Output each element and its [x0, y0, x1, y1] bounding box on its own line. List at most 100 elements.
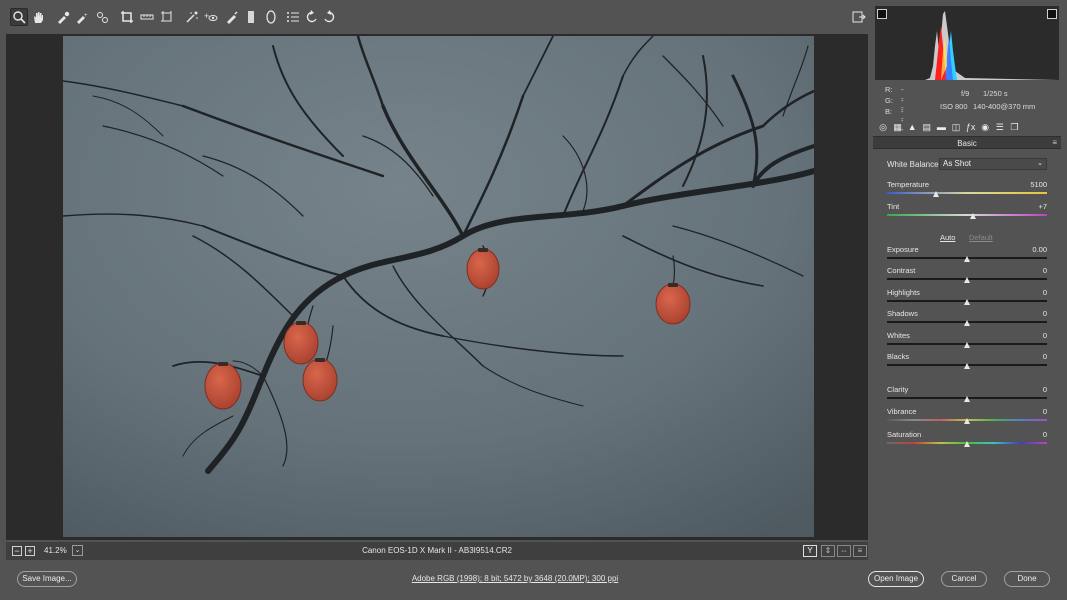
temperature-value[interactable]: 5100: [1030, 180, 1047, 189]
temperature-slider-thumb[interactable]: [933, 191, 940, 197]
exposure-label: Exposure: [887, 245, 919, 254]
adjustment-brush-tool-button[interactable]: [222, 8, 240, 26]
redeye-icon: +: [204, 11, 218, 21]
canvas-status-bar: − + 41.2% ⌄ Canon EOS-1D X Mark II - AB3…: [6, 542, 868, 560]
temperature-label: Temperature: [887, 180, 930, 189]
tint-slider-thumb[interactable]: [969, 213, 976, 219]
target-icon: [97, 12, 108, 23]
highlight-clipping-toggle[interactable]: [1047, 9, 1057, 19]
contrast-slider-thumb[interactable]: [963, 277, 970, 283]
spot-removal-tool-button[interactable]: [183, 8, 201, 26]
rotate-cw-tool-button[interactable]: [320, 8, 338, 26]
open-image-button[interactable]: Open Image: [868, 571, 924, 587]
image-canvas[interactable]: [6, 34, 868, 540]
fullscreen-button[interactable]: [850, 8, 868, 26]
whites-label: Whites: [887, 331, 910, 340]
persimmon: [655, 283, 691, 325]
persimmon: [283, 321, 319, 365]
default-button[interactable]: Default: [969, 233, 993, 242]
gradient-icon: [248, 11, 254, 23]
r-label: R:: [885, 85, 893, 94]
targeted-adjustment-tool-button[interactable]: [93, 8, 111, 26]
shadows-value[interactable]: 0: [1043, 309, 1047, 318]
copy-settings-button[interactable]: ⇔: [837, 545, 851, 557]
auto-button[interactable]: Auto: [940, 233, 955, 242]
cancel-button[interactable]: Cancel: [941, 571, 987, 587]
detail-tab[interactable]: ▲: [906, 121, 918, 133]
exposure-value[interactable]: 0.00: [1032, 245, 1047, 254]
iso: ISO 800: [940, 102, 968, 111]
persimmon: [204, 362, 242, 410]
svg-text:+: +: [204, 11, 209, 21]
zoom-tool-button[interactable]: [10, 8, 28, 26]
white-balance-value: As Shot: [943, 159, 972, 168]
white-balance-tool-button[interactable]: [54, 8, 72, 26]
white-balance-select[interactable]: As Shot ⌄: [939, 158, 1047, 170]
g-label: G:: [885, 96, 893, 105]
tone-curve-tab[interactable]: ▦: [892, 121, 904, 133]
panel-title: Basic: [957, 139, 977, 148]
rotccw-icon: [306, 10, 317, 23]
exposure-slider-thumb[interactable]: [963, 256, 970, 262]
radial-filter-tool-button[interactable]: [262, 8, 280, 26]
highlights-label: Highlights: [887, 288, 920, 297]
persimmon: [302, 358, 338, 402]
brush-icon: [227, 11, 238, 24]
highlights-value[interactable]: 0: [1043, 288, 1047, 297]
blacks-label: Blacks: [887, 352, 910, 361]
aperture: f/9: [961, 89, 970, 98]
right-panel: R: --- G: --- B: --- f/9 1/250 s ISO 800 14…: [873, 0, 1061, 560]
done-button[interactable]: Done: [1004, 571, 1050, 587]
hand-tool-button[interactable]: [29, 8, 47, 26]
shadow-clipping-toggle[interactable]: [877, 9, 887, 19]
zoom-icon: [13, 11, 26, 24]
tint-value[interactable]: +7: [1038, 202, 1047, 211]
presets-tab[interactable]: ☰: [994, 121, 1006, 133]
shadows-slider-thumb[interactable]: [963, 320, 970, 326]
highlights-slider-thumb[interactable]: [963, 299, 970, 305]
saturation-slider-thumb[interactable]: [963, 441, 970, 447]
vibrance-value[interactable]: 0: [1043, 407, 1047, 416]
shadows-label: Shadows: [887, 309, 918, 318]
contrast-value[interactable]: 0: [1043, 266, 1047, 275]
clarity-slider-thumb[interactable]: [963, 396, 970, 402]
clarity-value[interactable]: 0: [1043, 385, 1047, 394]
tint-slider-track[interactable]: [887, 214, 1047, 216]
color-sampler-tool-button[interactable]: +: [73, 8, 91, 26]
toggle-preview-button[interactable]: ≡: [853, 545, 867, 557]
list-icon: [287, 12, 299, 22]
effects-tab[interactable]: ƒx: [965, 121, 977, 133]
blacks-slider-thumb[interactable]: [963, 363, 970, 369]
persimmon: [466, 248, 500, 290]
graduated-filter-tool-button[interactable]: [242, 8, 260, 26]
camera-calibration-tab[interactable]: ◉: [979, 121, 991, 133]
whites-value[interactable]: 0: [1043, 331, 1047, 340]
preferences-tool-button[interactable]: [284, 8, 302, 26]
saturation-value[interactable]: 0: [1043, 430, 1047, 439]
blacks-value[interactable]: 0: [1043, 352, 1047, 361]
hand-icon: [34, 12, 43, 23]
hsl-tab[interactable]: ▤: [921, 121, 933, 133]
rotate-ccw-tool-button[interactable]: [303, 8, 321, 26]
swap-settings-button[interactable]: ⇕: [821, 545, 835, 557]
snapshots-tab[interactable]: ❐: [1008, 121, 1020, 133]
basic-tab[interactable]: ◎: [877, 121, 889, 133]
split-toning-tab[interactable]: ▬: [935, 121, 947, 133]
vibrance-label: Vibrance: [887, 407, 917, 416]
radial-icon: [266, 10, 276, 24]
fullscreen-icon: [852, 11, 866, 23]
panel-menu-icon[interactable]: ≡: [1052, 138, 1057, 147]
temperature-slider-track[interactable]: [887, 192, 1047, 194]
histogram: [875, 6, 1059, 80]
red-eye-tool-button[interactable]: +: [202, 8, 220, 26]
whites-slider-thumb[interactable]: [963, 342, 970, 348]
crop-tool-button[interactable]: [118, 8, 136, 26]
vibrance-slider-thumb[interactable]: [963, 418, 970, 424]
before-after-toggle-button[interactable]: Y: [803, 545, 817, 557]
transform-tool-button[interactable]: [158, 8, 176, 26]
camera-info: R: --- G: --- B: --- f/9 1/250 s ISO 800 14…: [873, 83, 1061, 134]
straighten-tool-button[interactable]: [138, 8, 156, 26]
photo-preview: [63, 36, 814, 537]
crop-icon: [121, 11, 133, 23]
lens-corrections-tab[interactable]: ◫: [950, 121, 962, 133]
